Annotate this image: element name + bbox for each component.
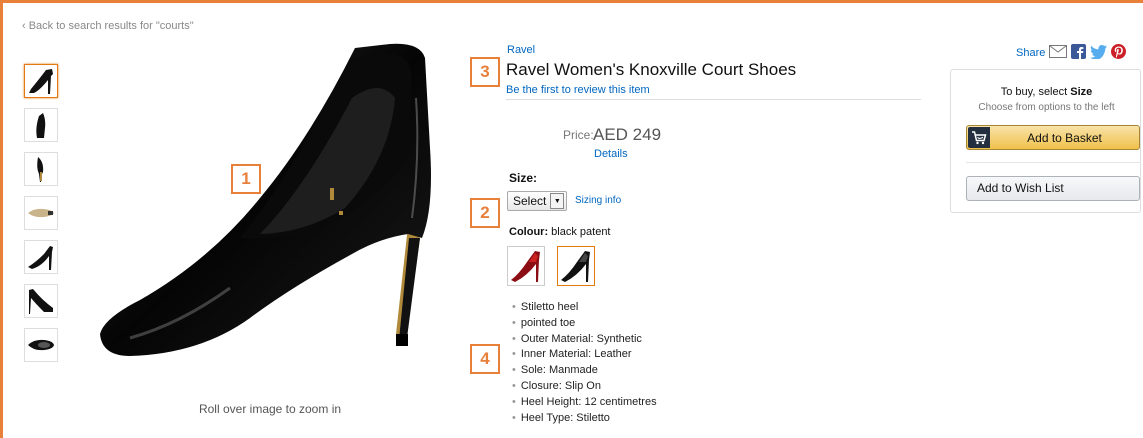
cart-icon [968, 127, 990, 148]
pinterest-icon[interactable] [1111, 44, 1127, 62]
twitter-icon[interactable] [1090, 44, 1108, 62]
thumbnail-5[interactable] [24, 240, 58, 274]
buy-prompt-prefix: To buy, select [1000, 86, 1068, 98]
feature-list: Stiletto heel pointed toe Outer Material… [512, 300, 657, 426]
size-label: Size: [509, 171, 538, 185]
buy-prompt: To buy, select Size [951, 86, 1142, 98]
thumbnail-4[interactable] [24, 196, 58, 230]
feature-item: Sole: Manmade [512, 363, 657, 379]
thumbnail-6[interactable] [24, 284, 58, 318]
sizing-info-link[interactable]: Sizing info [575, 195, 621, 206]
colour-label: Colour: [509, 226, 549, 238]
annotation-badge-2: 2 [470, 198, 500, 228]
swatch-red-patent[interactable] [507, 246, 545, 286]
review-link[interactable]: Be the first to review this item [506, 84, 650, 96]
thumbnail-7[interactable] [24, 328, 58, 362]
add-to-basket-label: Add to Basket [1027, 130, 1102, 145]
price-value: AED 249 [593, 125, 662, 144]
buybox-divider [966, 162, 1141, 163]
buy-prompt-bold: Size [1070, 86, 1093, 98]
annotation-badge-4: 4 [470, 344, 500, 374]
annotation-badge-1: 1 [231, 164, 261, 194]
add-to-wish-list-button[interactable]: Add to Wish List [966, 176, 1140, 201]
thumbnail-strip [24, 64, 62, 372]
share-bar: Share [1016, 44, 1127, 62]
add-to-basket-button[interactable]: Add to Basket [966, 125, 1140, 150]
divider [506, 99, 921, 100]
buy-subtext: Choose from options to the left [978, 102, 1115, 113]
zoom-hint: Roll over image to zoom in [198, 402, 342, 416]
price-label: Price: [563, 128, 594, 142]
feature-item: Closure: Slip On [512, 379, 657, 395]
email-icon[interactable] [1049, 45, 1068, 61]
feature-item: Heel Type: Stiletto [512, 411, 657, 427]
colour-value: black patent [551, 226, 611, 238]
colour-line: Colour: black patent [509, 226, 611, 238]
thumbnail-1[interactable] [24, 64, 58, 98]
annotation-badge-3: 3 [470, 57, 500, 87]
price-details-link[interactable]: Details [594, 148, 628, 160]
buy-box: To buy, select Size Choose from options … [950, 69, 1141, 213]
brand-link[interactable]: Ravel [507, 44, 535, 56]
back-to-search-link[interactable]: ‹ Back to search results for "courts" [22, 20, 194, 32]
feature-item: Stiletto heel [512, 300, 657, 316]
share-label: Share [1016, 47, 1046, 59]
size-select[interactable]: Select ▼ [507, 191, 568, 211]
facebook-icon[interactable] [1071, 44, 1087, 62]
main-product-image[interactable] [90, 38, 450, 358]
thumbnail-2[interactable] [24, 108, 58, 142]
size-select-value: Select [513, 194, 547, 208]
feature-item: Inner Material: Leather [512, 347, 657, 363]
feature-item: Heel Height: 12 centimetres [512, 395, 657, 411]
feature-item: pointed toe [512, 316, 657, 332]
feature-item: Outer Material: Synthetic [512, 332, 657, 348]
thumbnail-3[interactable] [24, 152, 58, 186]
dropdown-arrow-icon: ▼ [550, 193, 565, 209]
product-title: Ravel Women's Knoxville Court Shoes [506, 60, 797, 79]
swatch-black-patent[interactable] [557, 246, 595, 286]
